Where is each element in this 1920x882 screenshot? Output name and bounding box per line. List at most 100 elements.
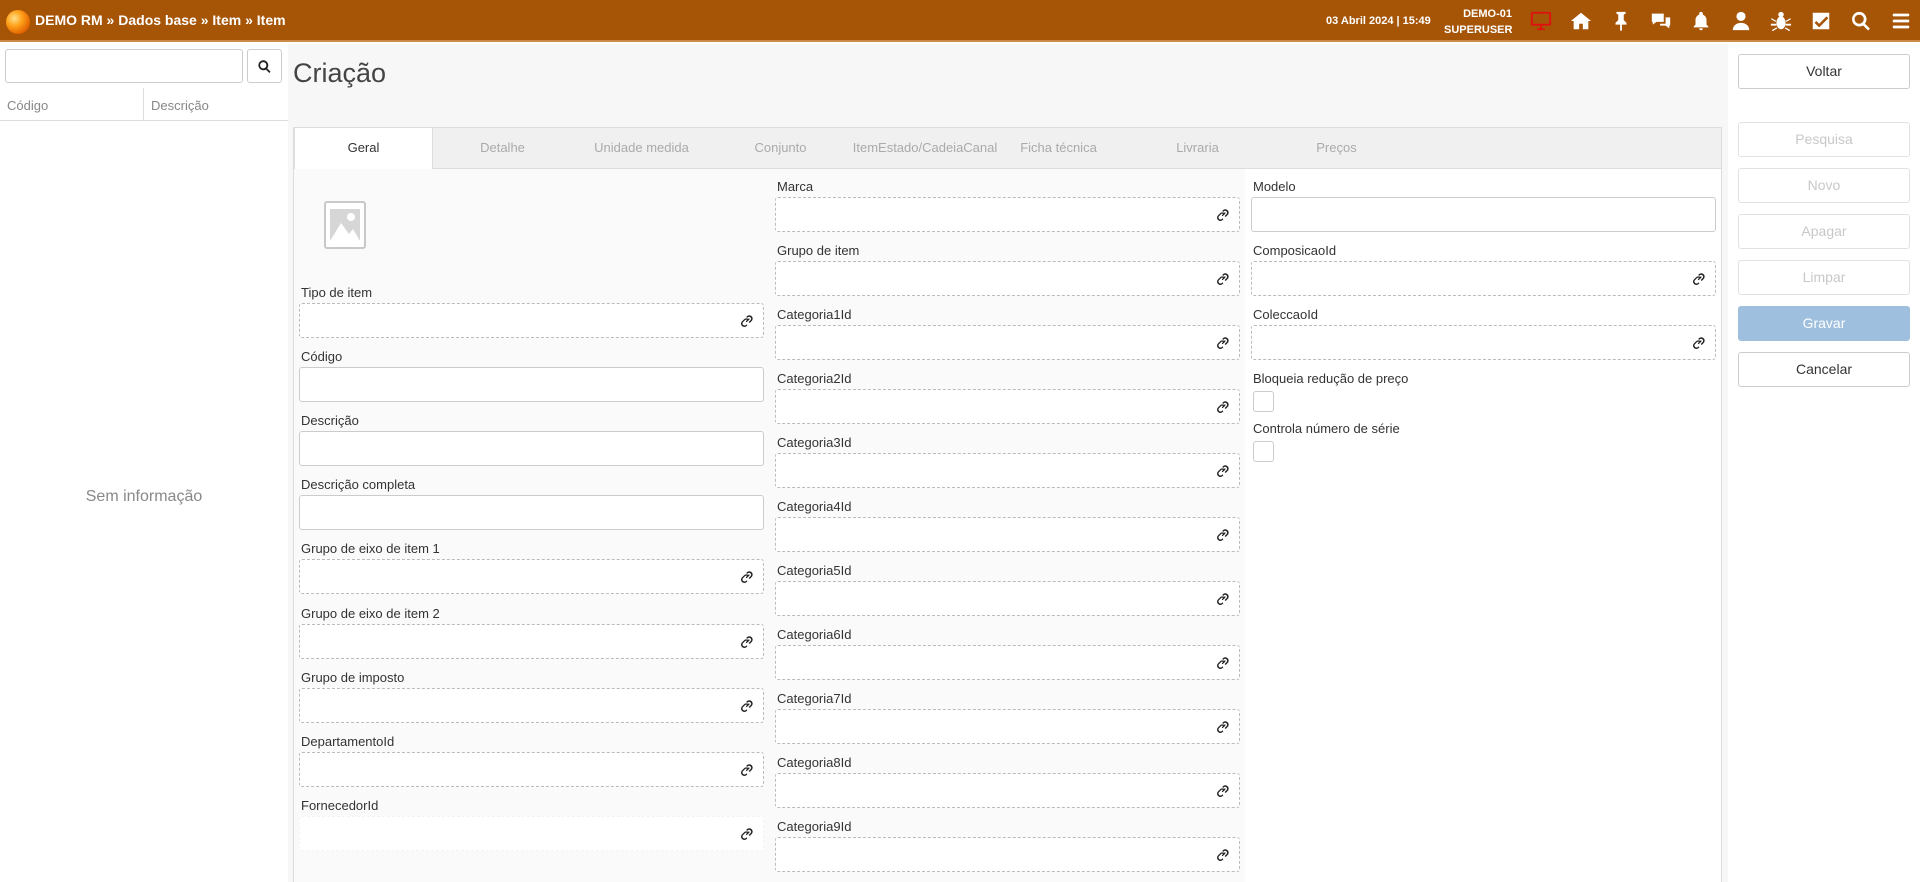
category-1-field[interactable] — [775, 325, 1240, 360]
link-icon[interactable] — [739, 698, 755, 714]
brand-field[interactable] — [775, 197, 1240, 232]
user-name: SUPERUSER — [1444, 24, 1513, 36]
company-user-info[interactable]: DEMO-01 SUPERUSER — [1444, 6, 1512, 38]
field-label-collection: ColeccaoId — [1253, 307, 1319, 322]
link-icon[interactable] — [739, 313, 755, 329]
description-field[interactable] — [299, 431, 764, 466]
category-5-field[interactable] — [775, 581, 1240, 616]
category-8-field[interactable] — [775, 773, 1240, 808]
link-icon[interactable] — [1215, 847, 1231, 863]
category-4-field[interactable] — [775, 517, 1240, 552]
list-search-input[interactable] — [5, 49, 243, 83]
new-button[interactable]: Novo — [1738, 168, 1910, 203]
logo-icon[interactable] — [6, 10, 30, 34]
code-field[interactable] — [299, 367, 764, 402]
collection-field[interactable] — [1251, 325, 1716, 360]
field-label-brand: Marca — [777, 179, 814, 194]
clear-button[interactable]: Limpar — [1738, 260, 1910, 295]
link-icon[interactable] — [1215, 527, 1231, 543]
user-icon[interactable] — [1728, 9, 1754, 33]
link-icon[interactable] — [1215, 591, 1231, 607]
breadcrumb-item-item-group[interactable]: Item — [212, 12, 241, 28]
tab-bar: Geral Detalhe Unidade medida Conjunto It… — [293, 127, 1722, 170]
field-label-category-5: Categoria5Id — [777, 563, 852, 578]
bug-icon[interactable] — [1768, 9, 1794, 33]
link-icon[interactable] — [1215, 399, 1231, 415]
menu-icon[interactable] — [1888, 9, 1914, 33]
list-header: Código Descrição — [0, 88, 288, 121]
link-icon[interactable] — [1215, 207, 1231, 223]
tab-library[interactable]: Livraria — [1128, 128, 1267, 168]
axis-group-1-field[interactable] — [299, 559, 764, 594]
link-icon[interactable] — [1215, 463, 1231, 479]
link-icon[interactable] — [1215, 719, 1231, 735]
supplier-field[interactable] — [299, 816, 764, 851]
search-icon[interactable] — [1848, 9, 1874, 33]
field-label-description: Descrição — [301, 413, 359, 428]
link-icon[interactable] — [739, 762, 755, 778]
tab-prices[interactable]: Preços — [1267, 128, 1406, 168]
full-description-field[interactable] — [299, 495, 764, 530]
cancel-button[interactable]: Cancelar — [1738, 352, 1910, 387]
field-label-composition: ComposicaoId — [1253, 243, 1337, 258]
link-icon[interactable] — [1215, 271, 1231, 287]
save-button[interactable]: Gravar — [1738, 306, 1910, 341]
delete-button[interactable]: Apagar — [1738, 214, 1910, 249]
link-icon[interactable] — [739, 826, 755, 842]
general-form: Tipo de item Código Descrição Descrição … — [293, 169, 1722, 882]
company-name: DEMO-01 — [1463, 8, 1512, 20]
serial-control-checkbox[interactable] — [1253, 441, 1274, 462]
datetime-text: 03 Abril 2024 | 15:49 — [1326, 15, 1431, 27]
checkbox-icon[interactable] — [1808, 9, 1834, 33]
category-6-field[interactable] — [775, 645, 1240, 680]
link-icon[interactable] — [1691, 271, 1707, 287]
field-label-category-6: Categoria6Id — [777, 627, 852, 642]
link-icon[interactable] — [1691, 335, 1707, 351]
link-icon[interactable] — [739, 569, 755, 585]
tab-technical-sheet[interactable]: Ficha técnica — [989, 128, 1128, 168]
link-icon[interactable] — [1215, 655, 1231, 671]
department-field[interactable] — [299, 752, 764, 787]
tab-detail[interactable]: Detalhe — [433, 128, 572, 168]
back-button[interactable]: Voltar — [1738, 54, 1910, 89]
item-type-field[interactable] — [299, 303, 764, 338]
tax-group-field[interactable] — [299, 688, 764, 723]
field-label-block-price-reduction: Bloqueia redução de preço — [1253, 371, 1409, 386]
list-search-button[interactable] — [247, 49, 282, 83]
category-9-field[interactable] — [775, 837, 1240, 872]
composition-field[interactable] — [1251, 261, 1716, 296]
field-label-category-7: Categoria7Id — [777, 691, 852, 706]
link-icon[interactable] — [1215, 335, 1231, 351]
model-field[interactable] — [1251, 197, 1716, 232]
image-placeholder-icon[interactable] — [324, 201, 366, 249]
search-button[interactable]: Pesquisa — [1738, 122, 1910, 157]
breadcrumb-item-app[interactable]: DEMO RM — [35, 12, 103, 28]
column-header-description[interactable]: Descrição — [151, 98, 209, 113]
field-label-category-1: Categoria1Id — [777, 307, 852, 322]
category-3-field[interactable] — [775, 453, 1240, 488]
field-label-full-description: Descrição completa — [301, 477, 416, 492]
tab-general[interactable]: Geral — [294, 128, 433, 170]
block-price-reduction-checkbox[interactable] — [1253, 391, 1274, 412]
category-7-field[interactable] — [775, 709, 1240, 744]
tab-item-state-channel[interactable]: ItemEstado/CadeiaCanal — [850, 128, 1000, 168]
category-2-field[interactable] — [775, 389, 1240, 424]
tab-set[interactable]: Conjunto — [711, 128, 850, 168]
breadcrumb-item-base-data[interactable]: Dados base — [118, 12, 197, 28]
column-header-code[interactable]: Código — [7, 98, 48, 113]
link-icon[interactable] — [1215, 783, 1231, 799]
tab-unit-measure[interactable]: Unidade medida — [572, 128, 711, 168]
home-icon[interactable] — [1568, 9, 1594, 33]
axis-group-2-field[interactable] — [299, 624, 764, 659]
column-divider[interactable] — [143, 88, 144, 121]
chat-icon[interactable] — [1648, 9, 1674, 33]
search-icon — [258, 59, 271, 73]
bell-icon[interactable] — [1688, 9, 1714, 33]
field-label-tax-group: Grupo de imposto — [301, 670, 405, 685]
item-group-field[interactable] — [775, 261, 1240, 296]
field-label-category-2: Categoria2Id — [777, 371, 852, 386]
link-icon[interactable] — [739, 634, 755, 650]
pin-icon[interactable] — [1608, 9, 1634, 33]
monitor-icon[interactable] — [1528, 9, 1554, 33]
left-list-panel: Código Descrição Sem informação — [0, 44, 288, 882]
